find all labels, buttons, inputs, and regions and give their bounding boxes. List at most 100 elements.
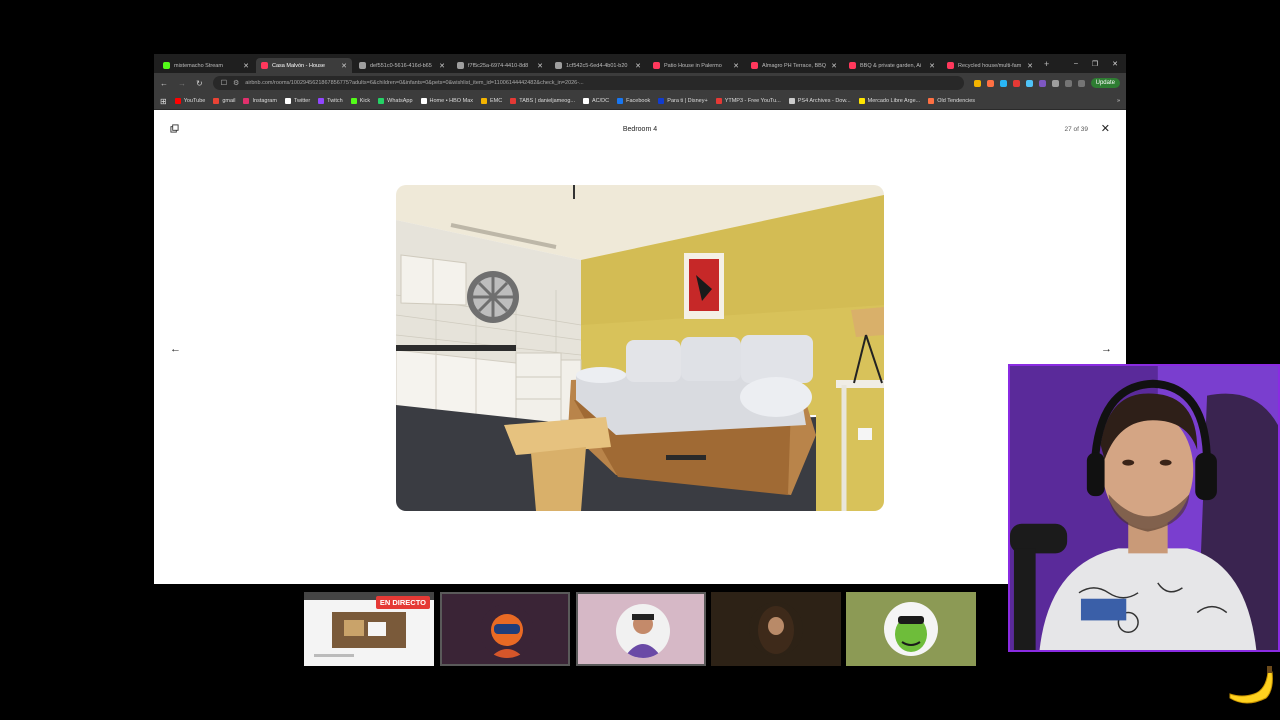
- tab-favicon-icon: [163, 62, 170, 69]
- bookmark-item[interactable]: PS4 Archives - Dow...: [788, 98, 851, 104]
- tab-label: 1cf542c5-6ed4-4b01-b20: [566, 62, 628, 69]
- photo-counter: 27 of 39: [1064, 126, 1089, 133]
- apps-grid-icon[interactable]: ⊞: [160, 97, 167, 106]
- tab-favicon-icon: [849, 62, 856, 69]
- extension-icon[interactable]: [1025, 79, 1033, 87]
- minimize-icon[interactable]: –: [1074, 60, 1078, 68]
- tab-close-icon[interactable]: ✕: [1027, 62, 1033, 70]
- bookmark-label: AC/DC: [592, 98, 610, 104]
- bookmark-favicon-icon: [213, 98, 220, 104]
- tab-close-icon[interactable]: ✕: [733, 62, 739, 70]
- photo-gallery-modal: Bedroom 4 27 of 39 ✕ ← →: [154, 110, 1126, 584]
- avatar: [480, 604, 534, 658]
- bookmark-item[interactable]: Twitch: [318, 98, 343, 104]
- address-bar[interactable]: ☐ ⚙ airbnb.com/rooms/1002945621867856775…: [212, 76, 964, 90]
- bookmark-item[interactable]: Mercado Libre Arge...: [858, 98, 921, 104]
- browser-tab[interactable]: Almagro PH Terrace, BBQ ✕: [746, 58, 842, 73]
- window-controls: – ❐ ✕: [1074, 60, 1126, 68]
- participant-tile[interactable]: [440, 592, 570, 666]
- url-text: airbnb.com/rooms/1002945621867856775?adu…: [245, 80, 584, 86]
- update-button[interactable]: Update: [1090, 78, 1120, 88]
- bookmark-item[interactable]: Para ti | Disney+: [658, 98, 708, 104]
- browser-tab[interactable]: Recycled house/multi-fam ✕: [942, 58, 1038, 73]
- avatar: [884, 602, 938, 656]
- bookmark-favicon-icon: [715, 98, 722, 104]
- bookmark-item[interactable]: gmail: [213, 98, 235, 104]
- tab-close-icon[interactable]: ✕: [537, 62, 543, 70]
- participant-tile[interactable]: [711, 592, 841, 666]
- bookmark-favicon-icon: [420, 98, 427, 104]
- back-icon[interactable]: ←: [160, 79, 168, 88]
- participant-tile[interactable]: [846, 592, 976, 666]
- new-tab-button[interactable]: +: [1044, 59, 1049, 69]
- window-close-icon[interactable]: ✕: [1112, 60, 1118, 68]
- bookmark-item[interactable]: Twitter: [284, 98, 310, 104]
- bookmark-item[interactable]: AC/DC: [583, 98, 609, 104]
- bookmark-item[interactable]: Home • HBO Max: [420, 98, 474, 104]
- bookmark-item[interactable]: YTMP3 - Free YouTu...: [715, 98, 781, 104]
- tab-label: Almagro PH Terrace, BBQ: [762, 62, 827, 69]
- next-photo-button[interactable]: →: [1101, 343, 1112, 355]
- bookmarks-bar: ⊞ YouTube gmail Instagram Twitter Twitch Kick…: [154, 93, 1126, 110]
- bookmarks-overflow-icon[interactable]: »: [1117, 98, 1120, 104]
- bookmark-favicon-icon: [510, 98, 517, 104]
- tab-close-icon[interactable]: ✕: [929, 62, 935, 70]
- site-info-icon[interactable]: ⚙: [233, 79, 239, 87]
- participant-tile[interactable]: [576, 592, 706, 666]
- bookmark-label: YouTube: [183, 98, 206, 104]
- bookmark-item[interactable]: YouTube: [174, 98, 206, 104]
- bookmark-favicon-icon: [658, 98, 665, 104]
- bookmark-item[interactable]: Instagram: [243, 98, 277, 104]
- bookmark-item[interactable]: Old Tendencies: [928, 98, 975, 104]
- bookmark-favicon-icon: [284, 98, 291, 104]
- bookmark-item[interactable]: WhatsApp: [378, 98, 413, 104]
- bookmark-item[interactable]: Facebook: [617, 98, 650, 104]
- tab-favicon-icon: [653, 62, 660, 69]
- bookmark-star-icon[interactable]: ☐: [221, 79, 227, 87]
- browser-tab[interactable]: f7f5c25a-6974-4410-8d8 ✕: [452, 58, 548, 73]
- bookmark-label: Mercado Libre Arge...: [867, 98, 921, 104]
- tab-close-icon[interactable]: ✕: [831, 62, 837, 70]
- browser-tab[interactable]: BBQ & private garden, Ai ✕: [844, 58, 940, 73]
- tab-label: f7f5c25a-6974-4410-8d8: [468, 62, 529, 69]
- tab-close-icon[interactable]: ✕: [635, 62, 641, 70]
- bookmark-favicon-icon: [481, 98, 488, 104]
- tab-favicon-icon: [359, 62, 366, 69]
- bookmark-favicon-icon: [174, 98, 181, 104]
- tab-label: mistemacho Stream: [174, 62, 223, 69]
- puzzle-icon[interactable]: [1051, 79, 1059, 87]
- bookmark-label: Home • HBO Max: [429, 98, 474, 104]
- bookmark-item[interactable]: Kick: [350, 98, 370, 104]
- bookmark-label: Facebook: [626, 98, 651, 104]
- extension-icon[interactable]: [973, 79, 981, 87]
- bookmark-item[interactable]: TABS | danieljameog...: [510, 98, 575, 104]
- bookmark-label: gmail: [222, 98, 236, 104]
- browser-tab[interactable]: mistemacho Stream ✕: [158, 58, 254, 73]
- tab-close-icon[interactable]: ✕: [243, 62, 249, 70]
- browser-tab[interactable]: Casa Malvón - House ✕: [256, 58, 352, 73]
- extension-icon[interactable]: [1012, 79, 1020, 87]
- browser-tab[interactable]: Patio House in Palermo ✕: [648, 58, 744, 73]
- extension-icon[interactable]: [999, 79, 1007, 87]
- sidebar-icon[interactable]: [1064, 79, 1072, 87]
- tab-close-icon[interactable]: ✕: [341, 62, 347, 70]
- extension-icon[interactable]: [986, 79, 994, 87]
- browser-tab[interactable]: 1cf542c5-6ed4-4b01-b20 ✕: [550, 58, 646, 73]
- maximize-icon[interactable]: ❐: [1092, 60, 1098, 68]
- profile-icon[interactable]: [1077, 79, 1085, 87]
- bookmark-item[interactable]: EMC: [481, 98, 502, 104]
- tab-close-icon[interactable]: ✕: [439, 62, 445, 70]
- extension-icon[interactable]: [1038, 79, 1046, 87]
- tab-favicon-icon: [751, 62, 758, 69]
- previous-photo-button[interactable]: ←: [170, 343, 181, 355]
- tab-favicon-icon: [947, 62, 954, 69]
- browser-window: mistemacho Stream ✕ Casa Malvón - House ✕ de…: [154, 54, 1126, 584]
- bookmark-favicon-icon: [617, 98, 624, 104]
- forward-icon[interactable]: →: [178, 79, 186, 88]
- reload-icon[interactable]: ↻: [196, 79, 203, 88]
- browser-tab[interactable]: def551c0-5616-416d-b65 ✕: [354, 58, 450, 73]
- bookmark-label: PS4 Archives - Dow...: [797, 98, 851, 104]
- participant-tile-screen[interactable]: EN DIRECTO: [304, 592, 434, 666]
- tab-label: Recycled house/multi-fam: [958, 62, 1022, 69]
- close-icon[interactable]: ✕: [1101, 122, 1110, 135]
